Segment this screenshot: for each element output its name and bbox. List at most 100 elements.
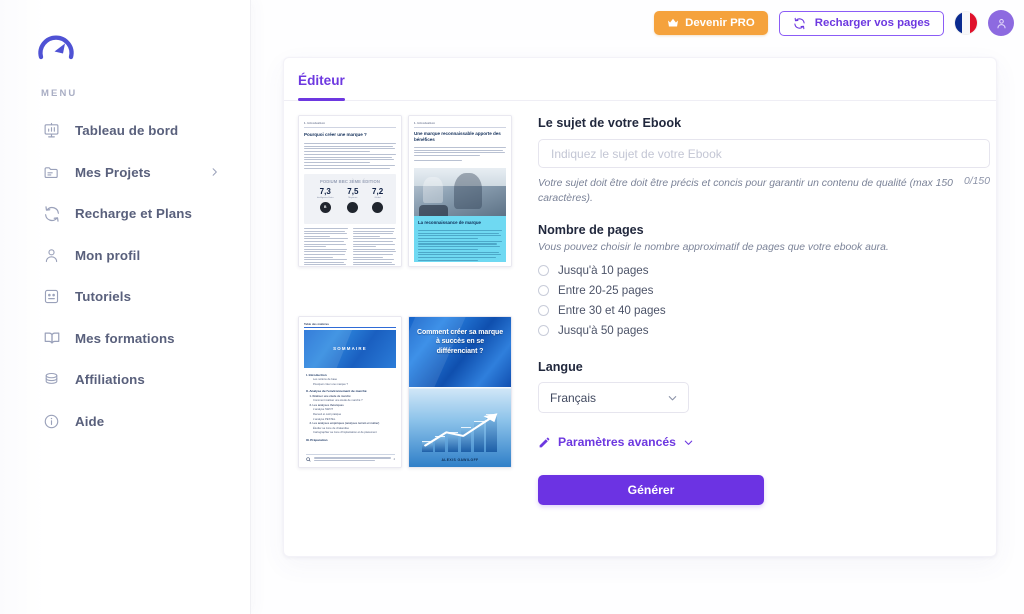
toc-entry: 2. Les analyses théoriques — [309, 403, 344, 407]
podium-score: 7,2 Global — [372, 188, 383, 213]
preview-page-3[interactable]: Table des matières SOMMAIRE I. Introduct… — [298, 315, 402, 468]
generate-button[interactable]: Générer — [538, 475, 764, 506]
sidebar-nav: Tableau de bord Mes Projets Recharge et … — [0, 110, 250, 442]
radio-label: Jusqu'à 50 pages — [558, 323, 649, 337]
score-caption: Intelligence Extra — [316, 197, 334, 200]
page-header: 1. Introduction — [304, 121, 396, 128]
recharger-pages-button[interactable]: Recharger vos pages — [778, 10, 944, 36]
radio-circle[interactable] — [538, 324, 549, 336]
topbar: Devenir PRO Recharger vos pages — [604, 0, 1024, 46]
score-badge — [372, 201, 384, 213]
language-select[interactable]: Français — [538, 382, 689, 414]
toc-entry: 3. Les analyses empiriques (analyses ter… — [309, 422, 380, 426]
app-root: MENU Tableau de bord Mes Projets Recharg… — [0, 0, 1024, 614]
score-badge: B — [319, 201, 331, 213]
page-title: Pourquoi créer une marque ? — [304, 132, 367, 137]
radio-label: Entre 20-25 pages — [558, 283, 654, 297]
chevron-right-icon[interactable] — [209, 167, 220, 178]
tab-editeur[interactable]: Éditeur — [298, 73, 345, 101]
toc-entry: Comment réaliser une étude de marché ? — [313, 399, 363, 403]
sidebar-item-tableau-de-bord[interactable]: Tableau de bord — [0, 110, 250, 152]
advanced-settings-toggle[interactable]: Paramètres avancés — [538, 435, 694, 449]
podium-title: PODIUM BBC — [319, 179, 348, 184]
sidebar-item-mes-projets[interactable]: Mes Projets — [0, 152, 250, 194]
tab-bar: Éditeur — [284, 58, 996, 101]
radio-circle[interactable] — [538, 284, 549, 296]
recharger-pages-label: Recharger vos pages — [814, 17, 930, 29]
toc-entry: L'analyse PESTEL — [313, 417, 336, 421]
preview-page-2[interactable]: 1. Introduction Une marque reconnaissabl… — [408, 115, 512, 267]
radio-option-30-40[interactable]: Entre 30 et 40 pages — [538, 301, 990, 319]
toc-list: I. Introduction Les notions de base Pour… — [306, 373, 395, 442]
cover-author: ALEXIS GAWILOFF — [441, 457, 479, 462]
sidebar-item-label: Affiliations — [75, 372, 145, 388]
dashboard-chart-icon — [41, 120, 62, 141]
folder-icon — [41, 162, 62, 183]
user-icon — [995, 17, 1008, 30]
gauge-logo-icon[interactable] — [36, 30, 80, 68]
highlight-section: La reconnaissance de marque — [414, 216, 506, 262]
sidebar-item-affiliations[interactable]: Affiliations — [0, 359, 250, 401]
sidebar-item-label: Aide — [75, 413, 105, 429]
toc-footer: 4 — [306, 453, 395, 462]
toc-entry: Étudier sa zone de chalandise — [313, 426, 350, 430]
sidebar-item-mon-profil[interactable]: Mon profil — [0, 235, 250, 277]
score-caption: Global — [374, 197, 381, 200]
chevron-down-icon — [683, 437, 694, 448]
radio-option-20-25[interactable]: Entre 20-25 pages — [538, 281, 990, 299]
sommaire-banner: SOMMAIRE — [304, 329, 396, 368]
pages-label: Nombre de pages — [538, 223, 644, 238]
radio-option-10[interactable]: Jusqu'à 10 pages — [538, 261, 990, 279]
toc-entry: I. Introduction — [306, 372, 327, 377]
toc-entry: Recueil et outil pratique — [313, 412, 342, 416]
toc-entry: Cartographier sa zone d'implantation et … — [313, 431, 377, 435]
user-icon — [41, 245, 62, 266]
page-header: Table des matières — [304, 322, 396, 328]
subject-char-counter: 0/150 — [963, 176, 990, 187]
subject-input[interactable] — [538, 139, 990, 168]
toc-entry: 1. Réaliser une étude de marché — [309, 394, 351, 398]
devenir-pro-label: Devenir PRO — [685, 17, 755, 29]
radio-label: Jusqu'à 10 pages — [558, 263, 649, 277]
page-header: 1. Introduction — [414, 121, 506, 128]
advanced-settings-label: Paramètres avancés — [558, 435, 676, 450]
podium-subtitle: 3ÈME ÉDITION — [349, 179, 380, 184]
user-avatar[interactable] — [988, 10, 1014, 36]
card-text-icon — [41, 286, 62, 307]
sidebar-item-label: Mon profil — [75, 247, 141, 263]
section-title: La reconnaissance de marque — [418, 220, 481, 225]
cover-title: Comment créer sa marque à succès en se d… — [416, 328, 503, 355]
sidebar-item-label: Recharge et Plans — [75, 206, 192, 222]
score-caption: Moyenne — [348, 197, 358, 200]
growth-arrow-icon — [423, 412, 501, 448]
preview-page-1[interactable]: 1. Introduction Pourquoi créer une marqu… — [298, 115, 402, 267]
page-photo — [414, 168, 506, 216]
subject-hint: Votre sujet doit être doit être précis e… — [538, 178, 953, 205]
language-label: Langue — [538, 360, 583, 375]
open-book-icon — [41, 328, 62, 349]
toc-entry: Pourquoi créer une marque ? — [313, 382, 348, 386]
toc-entry: Les notions de base — [313, 378, 338, 382]
sidebar-item-tutoriels[interactable]: Tutoriels — [0, 276, 250, 318]
score-value: 7,5 — [347, 187, 359, 196]
radio-option-50[interactable]: Jusqu'à 50 pages — [538, 321, 990, 339]
sidebar-item-label: Tutoriels — [75, 289, 132, 305]
crown-icon — [667, 18, 679, 28]
toc-entry: III. Préparation — [306, 437, 328, 442]
refresh-icon — [793, 17, 806, 30]
devenir-pro-button[interactable]: Devenir PRO — [654, 11, 768, 35]
podium-block: PODIUM BBC 3ÈME ÉDITION 7,3 Intelligence… — [304, 174, 396, 224]
radio-circle[interactable] — [538, 264, 549, 276]
preview-page-4-cover[interactable]: Comment créer sa marque à succès en se d… — [408, 315, 512, 468]
sidebar-item-aide[interactable]: Aide — [0, 401, 250, 443]
radio-circle[interactable] — [538, 304, 549, 316]
score-value: 7,3 — [319, 187, 331, 196]
pages-radio-group: Jusqu'à 10 pages Entre 20-25 pages Entre… — [538, 261, 990, 339]
sidebar-item-recharge-et-plans[interactable]: Recharge et Plans — [0, 193, 250, 235]
score-value: 7,2 — [372, 187, 384, 196]
france-flag-icon[interactable] — [955, 12, 977, 34]
sidebar-item-mes-formations[interactable]: Mes formations — [0, 318, 250, 360]
ebook-form: Le sujet de votre Ebook Votre sujet doit… — [520, 114, 990, 506]
podium-score: 7,5 Moyenne — [347, 188, 358, 213]
sidebar-item-label: Mes Projets — [75, 164, 151, 180]
